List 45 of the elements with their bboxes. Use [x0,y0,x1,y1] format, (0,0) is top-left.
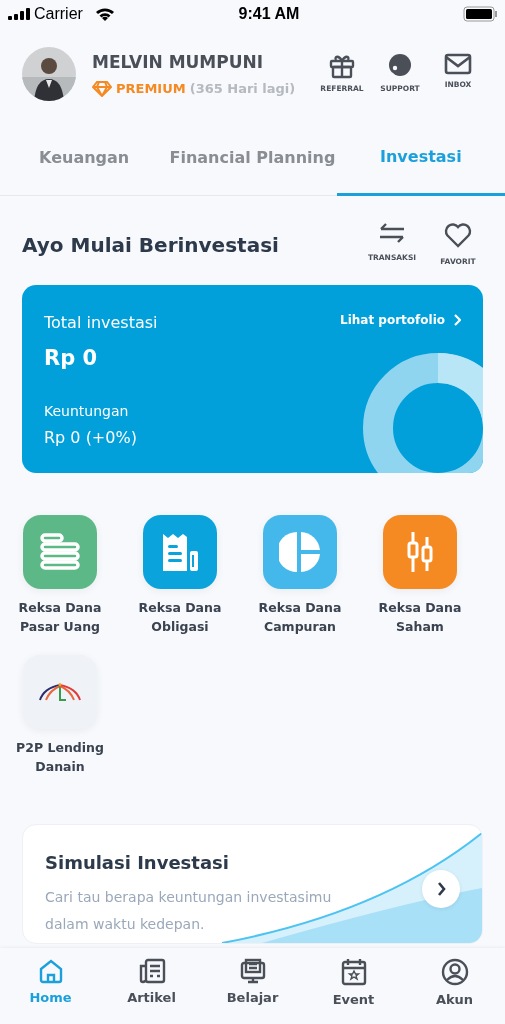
product-label: Reksa Dana Campuran [257,599,343,636]
total-value: Rp 0 [44,345,99,373]
product-label: Reksa Dana Pasar Uang [17,599,103,636]
home-icon [37,958,64,984]
umbrella-logo-icon [38,681,82,702]
candlestick-icon [405,531,435,574]
signal-icon [8,8,30,20]
nav-tab[interactable]: Belajar [202,948,303,1024]
section-title: Ayo Mulai Berinvestasi [22,231,279,259]
nav-tab[interactable]: Akun [404,948,505,1024]
monitor-book-icon [238,958,267,984]
profit-value: Rp 0 (+0%) [44,426,138,449]
days-remaining: (365 Hari lagi) [189,80,296,98]
chevron-right-icon [453,314,461,327]
profit-label: Keuntungan [44,401,130,421]
total-label: Total investasi [44,312,158,335]
nav-tab[interactable]: Artikel [101,948,202,1024]
product-tile[interactable] [143,515,217,590]
calendar-icon [340,958,367,986]
simulation-description: Cari tau berapa keuntungan investasimu dalam waktu kedepan. [45,888,333,935]
carrier-name: Carrier [34,4,83,24]
product-tile[interactable] [23,515,97,590]
product-label: P2P Lending Danain [15,738,105,776]
mail-icon [444,53,472,76]
nav-tab[interactable]: Event [303,948,404,1024]
simulation-title: Simulasi Investasi [45,851,230,876]
simulation-card[interactable]: Simulasi Investasi Cari tau berapa keuntungan investasimu dalam waktu kedepan. [22,824,483,945]
coin-stack-icon [39,532,81,573]
diamond-icon [92,80,112,97]
pie-chart-icon [279,531,321,574]
product-label: Reksa Dana Saham [377,599,463,636]
battery-icon [463,6,497,22]
product-tile[interactable] [263,515,337,590]
swap-arrows-icon [378,222,406,244]
account-icon [440,958,469,986]
user-name: MELVIN MUMPUNI [92,50,265,74]
membership-tier-label: PREMIUM [116,80,186,98]
newspaper-icon [137,958,166,984]
gift-icon [329,53,355,80]
wifi-icon [94,7,115,21]
heart-icon [444,222,472,248]
chevron-right-icon [436,882,446,897]
product-tile[interactable] [383,515,457,590]
product-label: Reksa Dana Obligasi [137,599,223,636]
clock-time: 9:41 AM [238,4,300,24]
